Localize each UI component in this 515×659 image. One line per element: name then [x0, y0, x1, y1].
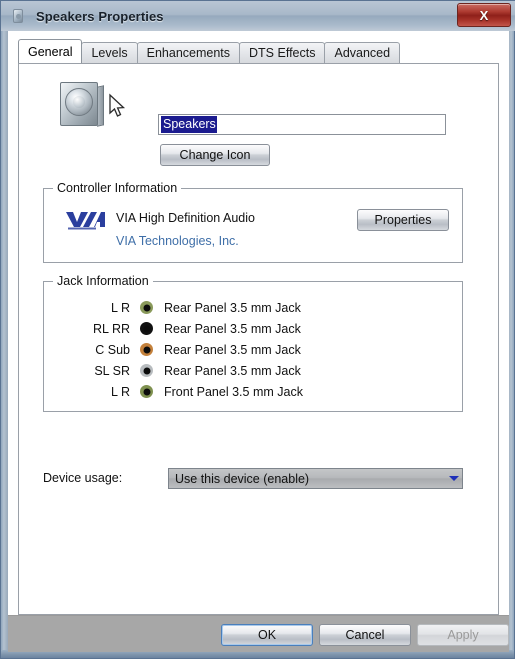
jack-channels: RL RR — [92, 321, 130, 336]
device-usage-label: Device usage: — [43, 471, 123, 485]
controller-properties-button[interactable]: Properties — [357, 209, 449, 231]
window-title: Speakers Properties — [36, 8, 164, 24]
jack-channels: C Sub — [95, 342, 130, 357]
device-name-input[interactable]: Speakers — [158, 114, 446, 135]
device-name-value: Speakers — [161, 116, 217, 133]
speaker-icon — [11, 8, 27, 24]
tab-enhancements[interactable]: Enhancements — [136, 42, 241, 63]
controller-information-legend: Controller Information — [53, 181, 182, 195]
dialog-client-area: General Levels Enhancements DTS Effects … — [8, 31, 509, 652]
apply-button: Apply — [417, 624, 509, 646]
via-logo-icon — [64, 209, 106, 231]
device-speaker-icon — [56, 79, 106, 129]
jack-color-icon — [140, 301, 153, 314]
jack-color-icon — [140, 385, 153, 398]
speakers-properties-window: Speakers Properties X General Levels Enh… — [0, 0, 515, 659]
tab-levels[interactable]: Levels — [81, 42, 138, 63]
jack-channels: L R — [111, 384, 130, 399]
jack-row: RL RR Rear Panel 3.5 mm Jack — [44, 318, 462, 339]
cancel-button[interactable]: Cancel — [319, 624, 411, 646]
title-bar[interactable]: Speakers Properties X — [1, 1, 515, 31]
jack-description: Rear Panel 3.5 mm Jack — [164, 363, 301, 378]
jack-row: L R Rear Panel 3.5 mm Jack — [44, 297, 462, 318]
ok-button[interactable]: OK — [221, 624, 313, 646]
jack-color-icon — [140, 343, 153, 356]
device-usage-select[interactable]: Use this device (enable) — [168, 468, 463, 489]
controller-vendor: VIA Technologies, Inc. — [116, 234, 239, 248]
change-icon-button[interactable]: Change Icon — [160, 144, 270, 166]
jack-description: Rear Panel 3.5 mm Jack — [164, 342, 301, 357]
tab-general[interactable]: General — [18, 39, 83, 63]
device-usage-value: Use this device (enable) — [175, 471, 310, 486]
jack-color-icon — [140, 364, 153, 377]
window-left-border — [1, 1, 8, 658]
jack-row: C Sub Rear Panel 3.5 mm Jack — [44, 339, 462, 360]
controller-name: VIA High Definition Audio — [116, 211, 255, 225]
jack-information-legend: Jack Information — [53, 274, 153, 288]
dialog-footer: OK Cancel Apply — [8, 615, 509, 652]
chevron-down-icon[interactable] — [445, 476, 462, 481]
jack-color-icon — [140, 322, 153, 335]
jack-description: Front Panel 3.5 mm Jack — [164, 384, 303, 399]
jack-information-group: Jack Information L R Rear Panel 3.5 mm J… — [43, 274, 463, 412]
jack-row: L R Front Panel 3.5 mm Jack — [44, 381, 462, 402]
tab-dts-effects[interactable]: DTS Effects — [239, 42, 326, 63]
jack-channels: L R — [111, 300, 130, 315]
controller-information-group: Controller Information VIA High Definiti… — [43, 181, 463, 263]
jack-channels: SL SR — [94, 363, 130, 378]
close-button[interactable]: X — [457, 3, 511, 27]
tab-strip: General Levels Enhancements DTS Effects … — [18, 39, 401, 63]
jack-description: Rear Panel 3.5 mm Jack — [164, 300, 301, 315]
jack-row: SL SR Rear Panel 3.5 mm Jack — [44, 360, 462, 381]
tab-advanced[interactable]: Advanced — [324, 42, 401, 63]
jack-description: Rear Panel 3.5 mm Jack — [164, 321, 301, 336]
